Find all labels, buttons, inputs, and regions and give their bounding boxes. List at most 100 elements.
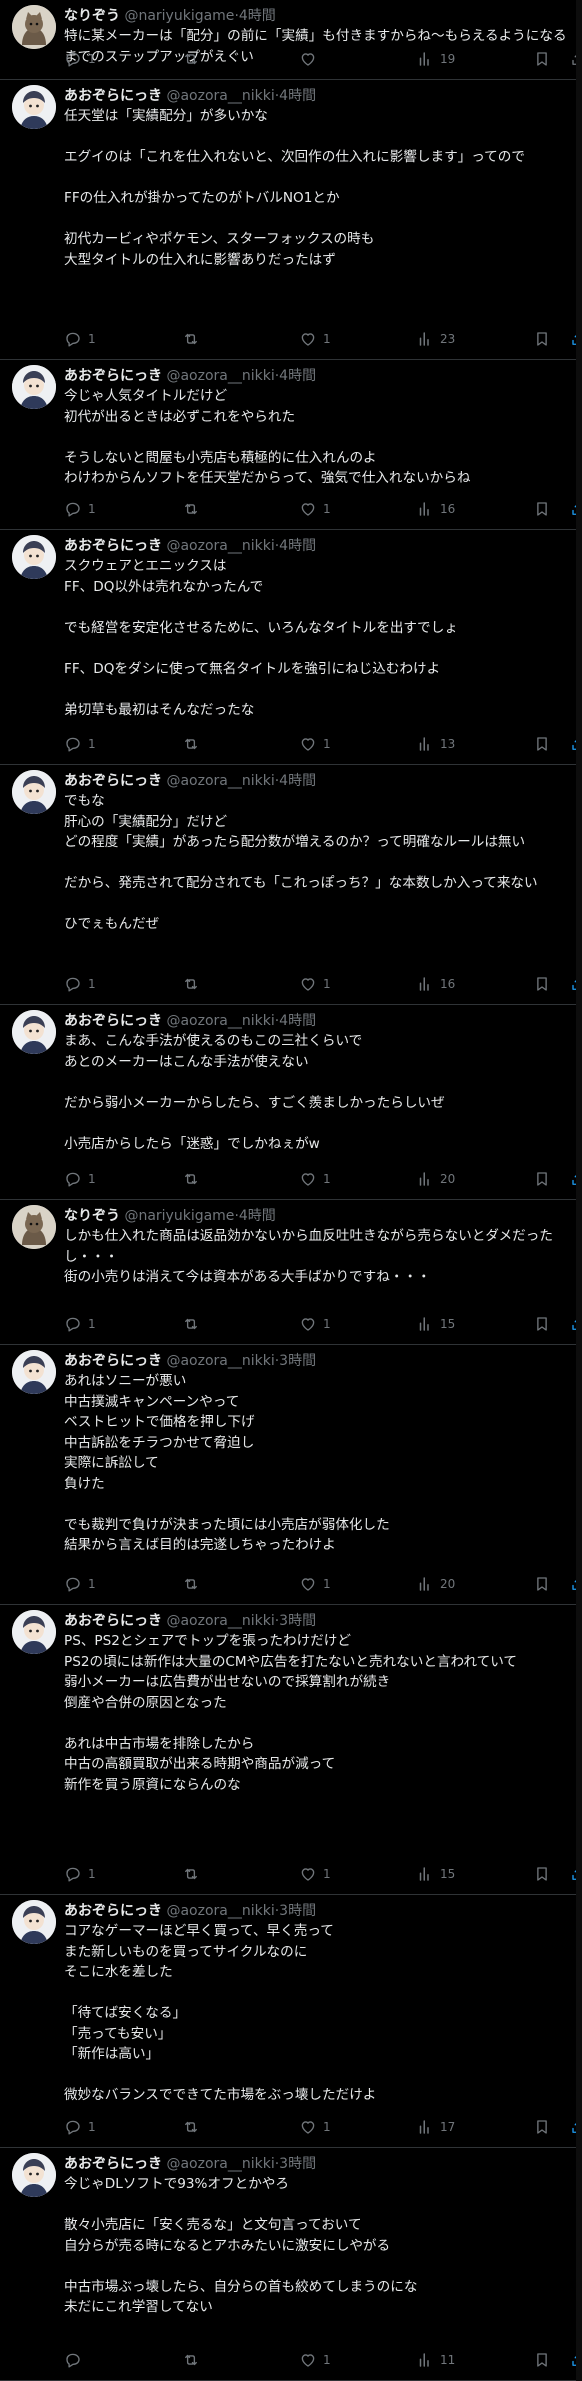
like-button[interactable]: 1 xyxy=(299,499,331,519)
bookmark-button[interactable] xyxy=(533,1169,551,1189)
like-button[interactable]: 1 xyxy=(299,734,331,754)
tweet[interactable]: あおぞらにっき @aozora__nikki·4時間 今じゃ人気タイトルだけど 初… xyxy=(0,360,582,530)
like-button[interactable]: 1 xyxy=(299,1314,331,1334)
reply-button[interactable]: 1 xyxy=(64,49,96,69)
bookmark-button[interactable] xyxy=(533,1864,551,1884)
display-name[interactable]: あおぞらにっき xyxy=(64,2156,162,2172)
like-button[interactable] xyxy=(299,49,323,69)
tweet[interactable]: あおぞらにっき @aozora__nikki·4時間 スクウェアとエニックスは F… xyxy=(0,530,582,765)
retweet-button[interactable] xyxy=(182,734,206,754)
bookmark-button[interactable] xyxy=(533,974,551,994)
avatar[interactable] xyxy=(12,5,56,49)
like-button[interactable]: 1 xyxy=(299,2350,331,2370)
user-handle[interactable]: @aozora__nikki xyxy=(166,538,274,554)
avatar[interactable] xyxy=(12,1010,56,1054)
reply-button[interactable]: 1 xyxy=(64,974,96,994)
views-button[interactable]: 20 xyxy=(416,1169,455,1189)
avatar[interactable] xyxy=(12,1610,56,1654)
reply-button[interactable]: 1 xyxy=(64,1574,96,1594)
user-handle[interactable]: @aozora__nikki xyxy=(166,1903,274,1919)
like-button[interactable]: 1 xyxy=(299,2117,331,2137)
user-handle[interactable]: @aozora__nikki xyxy=(166,1013,274,1029)
timestamp[interactable]: 3時間 xyxy=(279,1353,316,1369)
user-handle[interactable]: @aozora__nikki xyxy=(166,368,274,384)
display-name[interactable]: あおぞらにっき xyxy=(64,538,162,554)
timestamp[interactable]: 3時間 xyxy=(279,1613,316,1629)
views-button[interactable]: 19 xyxy=(416,49,455,69)
tweet[interactable]: あおぞらにっき @aozora__nikki·3時間 コアなゲーマーほど早く買って… xyxy=(0,1895,582,2148)
retweet-button[interactable] xyxy=(182,2117,206,2137)
retweet-button[interactable] xyxy=(182,1314,206,1334)
retweet-button[interactable] xyxy=(182,1574,206,1594)
bookmark-button[interactable] xyxy=(533,49,551,69)
avatar[interactable] xyxy=(12,535,56,579)
tweet[interactable]: なりぞう @nariyukigame·4時間 特に某メーカーは「配分」の前に「実績… xyxy=(0,0,582,80)
display-name[interactable]: あおぞらにっき xyxy=(64,88,162,104)
avatar[interactable] xyxy=(12,85,56,129)
display-name[interactable]: あおぞらにっき xyxy=(64,1613,162,1629)
timestamp[interactable]: 4時間 xyxy=(279,773,316,789)
tweet[interactable]: あおぞらにっき @aozora__nikki·3時間 PS、PS2とシェアでトップ… xyxy=(0,1605,582,1895)
reply-button[interactable]: 1 xyxy=(64,734,96,754)
display-name[interactable]: なりぞう xyxy=(64,8,120,24)
bookmark-button[interactable] xyxy=(533,2350,551,2370)
display-name[interactable]: あおぞらにっき xyxy=(64,773,162,789)
reply-button[interactable]: 1 xyxy=(64,329,96,349)
user-handle[interactable]: @nariyukigame xyxy=(124,8,234,24)
bookmark-button[interactable] xyxy=(533,2117,551,2137)
like-button[interactable]: 1 xyxy=(299,329,331,349)
reply-button[interactable] xyxy=(64,2350,88,2370)
like-button[interactable]: 1 xyxy=(299,1574,331,1594)
user-handle[interactable]: @aozora__nikki xyxy=(166,773,274,789)
tweet[interactable]: なりぞう @nariyukigame·4時間 しかも仕入れた商品は返品効かないから… xyxy=(0,1200,582,1345)
bookmark-button[interactable] xyxy=(533,1314,551,1334)
user-handle[interactable]: @aozora__nikki xyxy=(166,1613,274,1629)
avatar[interactable] xyxy=(12,1205,56,1249)
retweet-button[interactable] xyxy=(182,49,206,69)
bookmark-button[interactable] xyxy=(533,734,551,754)
scrollbar[interactable] xyxy=(576,0,582,2381)
retweet-button[interactable] xyxy=(182,2350,206,2370)
tweet[interactable]: あおぞらにっき @aozora__nikki·3時間 今じゃDLソフトで93%オフ… xyxy=(0,2148,582,2381)
timestamp[interactable]: 4時間 xyxy=(279,538,316,554)
bookmark-button[interactable] xyxy=(533,329,551,349)
views-button[interactable]: 13 xyxy=(416,734,455,754)
views-button[interactable]: 15 xyxy=(416,1314,455,1334)
like-button[interactable]: 1 xyxy=(299,974,331,994)
timestamp[interactable]: 4時間 xyxy=(279,1013,316,1029)
reply-button[interactable]: 1 xyxy=(64,2117,96,2137)
reply-button[interactable]: 1 xyxy=(64,1169,96,1189)
avatar[interactable] xyxy=(12,1900,56,1944)
retweet-button[interactable] xyxy=(182,499,206,519)
like-button[interactable]: 1 xyxy=(299,1864,331,1884)
avatar[interactable] xyxy=(12,1350,56,1394)
reply-button[interactable]: 1 xyxy=(64,1864,96,1884)
timestamp[interactable]: 3時間 xyxy=(279,1903,316,1919)
tweet[interactable]: あおぞらにっき @aozora__nikki·4時間 まあ、こんな手法が使えるのも… xyxy=(0,1005,582,1200)
user-handle[interactable]: @aozora__nikki xyxy=(166,88,274,104)
retweet-button[interactable] xyxy=(182,329,206,349)
timestamp[interactable]: 3時間 xyxy=(279,2156,316,2172)
views-button[interactable]: 16 xyxy=(416,499,455,519)
timestamp[interactable]: 4時間 xyxy=(239,1208,276,1224)
reply-button[interactable]: 1 xyxy=(64,499,96,519)
bookmark-button[interactable] xyxy=(533,499,551,519)
tweet[interactable]: あおぞらにっき @aozora__nikki·4時間 でもな 肝心の「実績配分」だ… xyxy=(0,765,582,1005)
display-name[interactable]: あおぞらにっき xyxy=(64,368,162,384)
timestamp[interactable]: 4時間 xyxy=(279,88,316,104)
display-name[interactable]: あおぞらにっき xyxy=(64,1353,162,1369)
timestamp[interactable]: 4時間 xyxy=(279,368,316,384)
user-handle[interactable]: @aozora__nikki xyxy=(166,1353,274,1369)
retweet-button[interactable] xyxy=(182,974,206,994)
retweet-button[interactable] xyxy=(182,1864,206,1884)
avatar[interactable] xyxy=(12,770,56,814)
user-handle[interactable]: @aozora__nikki xyxy=(166,2156,274,2172)
display-name[interactable]: あおぞらにっき xyxy=(64,1013,162,1029)
views-button[interactable]: 23 xyxy=(416,329,455,349)
tweet[interactable]: あおぞらにっき @aozora__nikki·3時間 あれはソニーが悪い 中古撲滅… xyxy=(0,1345,582,1605)
retweet-button[interactable] xyxy=(182,1169,206,1189)
reply-button[interactable]: 1 xyxy=(64,1314,96,1334)
bookmark-button[interactable] xyxy=(533,1574,551,1594)
views-button[interactable]: 20 xyxy=(416,1574,455,1594)
views-button[interactable]: 17 xyxy=(416,2117,455,2137)
